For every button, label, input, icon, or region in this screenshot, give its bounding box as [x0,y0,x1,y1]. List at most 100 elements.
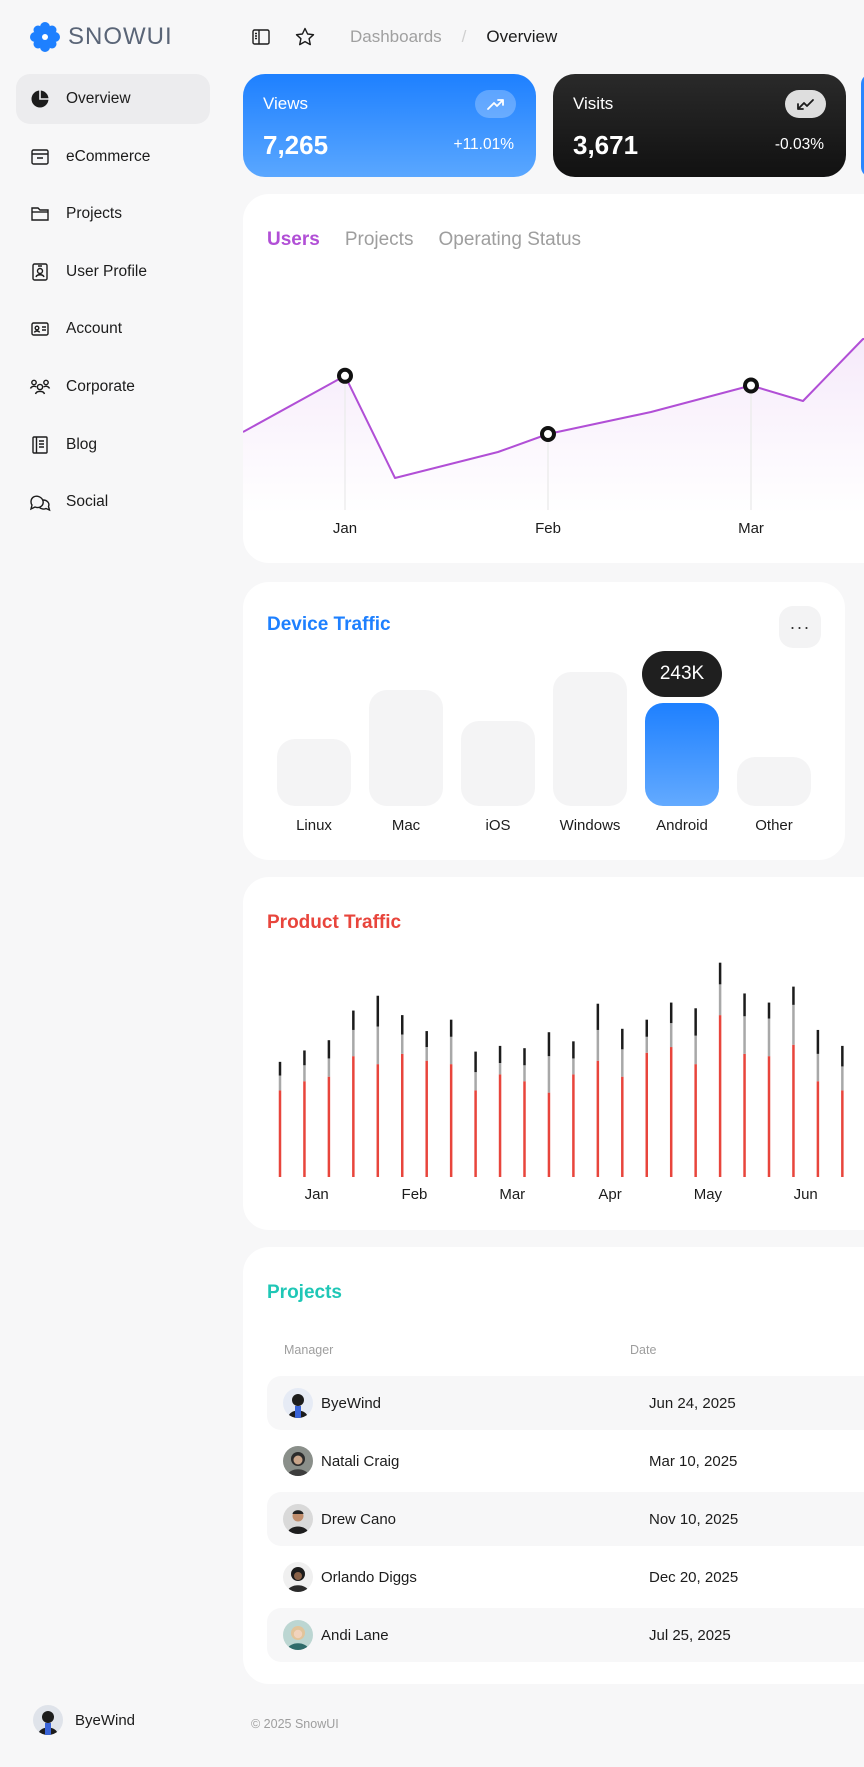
stacked-bar-segment [498,1074,502,1177]
avatar [283,1562,313,1592]
device-bar-windows[interactable] [553,671,627,806]
sidebar-item-ecommerce[interactable]: eCommerce [16,132,210,182]
sidebar-item-user-profile[interactable]: User Profile [16,247,210,297]
stacked-bar-segment [449,1064,453,1177]
x-tick-label: Android [656,817,708,834]
sidebar-item-social[interactable]: Social [16,477,210,527]
table-row[interactable]: Drew Cano Nov 10, 2025 [267,1492,864,1546]
breadcrumb-separator: / [461,27,467,46]
breadcrumb-dashboards[interactable]: Dashboards [350,27,442,47]
folder-icon [29,203,51,225]
brand-logo[interactable]: SNOWUI [28,20,173,54]
stacked-bar-segment [572,1074,575,1177]
stacked-bar-segment [718,962,722,985]
stat-value: 7,265 [263,130,329,160]
stacked-bar-segment [352,1056,355,1177]
stacked-bar-segment [303,1050,306,1066]
stacked-bar-segment [498,1063,502,1075]
data-point[interactable] [337,367,353,384]
column-header-manager[interactable]: Manager [284,1343,333,1357]
stacked-bar-segment [596,1003,600,1030]
stat-value: 3,671 [573,130,639,160]
sidebar: SNOWUI Overview eCommerce Projects User … [0,0,225,1767]
manager-name: ByeWind [321,1394,382,1412]
sidebar-item-label: Overview [66,90,131,107]
column-header-date[interactable]: Date [630,1343,656,1357]
pie-chart-icon [29,88,51,110]
table-row[interactable]: Orlando Diggs Dec 20, 2025 [267,1550,864,1604]
id-badge-icon [29,261,51,283]
sidebar-item-overview[interactable]: Overview [16,74,210,124]
manager-name: Orlando Diggs [321,1568,417,1586]
more-options-button[interactable]: ··· [779,606,821,648]
table-row[interactable]: ByeWind Jun 24, 2025 [267,1376,864,1430]
stacked-bar-segment [621,1049,624,1077]
archive-box-icon [29,146,51,168]
data-point[interactable] [743,377,759,394]
footer-copyright: © 2025 SnowUI [251,1717,339,1731]
star-icon[interactable] [294,26,316,48]
stacked-bar-segment [303,1081,306,1177]
top-bar: Dashboards / Overview [250,23,557,51]
sidebar-item-corporate[interactable]: Corporate [16,362,210,412]
stacked-bar-segment [816,1053,820,1082]
stacked-bar-segment [841,1066,844,1091]
sidebar-item-account[interactable]: Account [16,304,210,354]
sidebar-item-label: eCommerce [66,147,151,165]
visits-stat-card[interactable]: Visits 3,671 -0.03% [553,74,846,177]
project-date: Nov 10, 2025 [649,1510,739,1528]
x-tick-label: May [693,1186,723,1203]
table-row[interactable]: Andi Lane Jul 25, 2025 [267,1608,864,1662]
sidebar-item-projects[interactable]: Projects [16,189,210,239]
stacked-bar-segment [376,995,380,1027]
stacked-bar-segment [694,1064,697,1177]
chats-icon [29,491,51,513]
device-bar-linux[interactable] [277,738,351,806]
stacked-bar-segment [376,1026,380,1065]
avatar [283,1620,313,1650]
stat-change: -0.03% [774,136,824,153]
stacked-bar-segment [425,1047,428,1061]
stacked-bar-segment [547,1056,551,1093]
stacked-bar-segment [425,1031,428,1048]
sidebar-toggle-icon[interactable] [250,26,272,48]
project-date: Jul 25, 2025 [649,1626,731,1644]
stacked-bar-segment [792,1044,795,1177]
stacked-bar-segment [278,1061,282,1076]
stacked-bar-segment [743,1016,746,1054]
views-stat-card[interactable]: Views 7,265 +11.01% [243,74,536,177]
stacked-bar-segment [767,1002,771,1019]
stacked-bar-segment [547,1092,551,1177]
stacked-bar-segment [645,1019,648,1037]
stacked-bar-segment [547,1032,551,1057]
trend-down-icon [785,90,826,118]
stacked-bar-segment [645,1052,648,1177]
stacked-bar-segment [596,1029,600,1061]
avatar [283,1388,313,1418]
x-tick-label: Mar [738,520,764,537]
device-bar-android[interactable] [645,702,719,806]
device-bar-mac[interactable] [369,689,443,806]
breadcrumb-current: Overview [486,27,558,46]
device-bar-ios[interactable] [461,720,535,806]
x-tick-label: Windows [559,817,621,834]
users-chart-card: Users Projects Operating Status Jan Feb Ma… [243,194,864,563]
table-row[interactable]: Natali Craig Mar 10, 2025 [267,1434,864,1488]
manager-name: Drew Cano [321,1510,397,1528]
stacked-bar-segment [669,1047,673,1177]
stacked-bar-segment [572,1041,575,1059]
avatar [283,1504,313,1534]
sidebar-item-blog[interactable]: Blog [16,420,210,470]
stacked-bar-segment [401,1034,404,1054]
stacked-bar-segment [523,1048,526,1066]
sidebar-user[interactable]: ByeWind [33,1705,135,1735]
device-bar-other[interactable] [737,756,811,806]
stacked-bar-segment [767,1056,771,1177]
sidebar-item-label: User Profile [66,262,147,280]
stacked-bar-segment [841,1090,844,1177]
stacked-bar-segment [327,1040,331,1059]
stacked-bar-segment [743,993,746,1017]
x-tick-label: Apr [598,1186,622,1203]
avatar [283,1446,313,1476]
data-point[interactable] [540,426,556,442]
